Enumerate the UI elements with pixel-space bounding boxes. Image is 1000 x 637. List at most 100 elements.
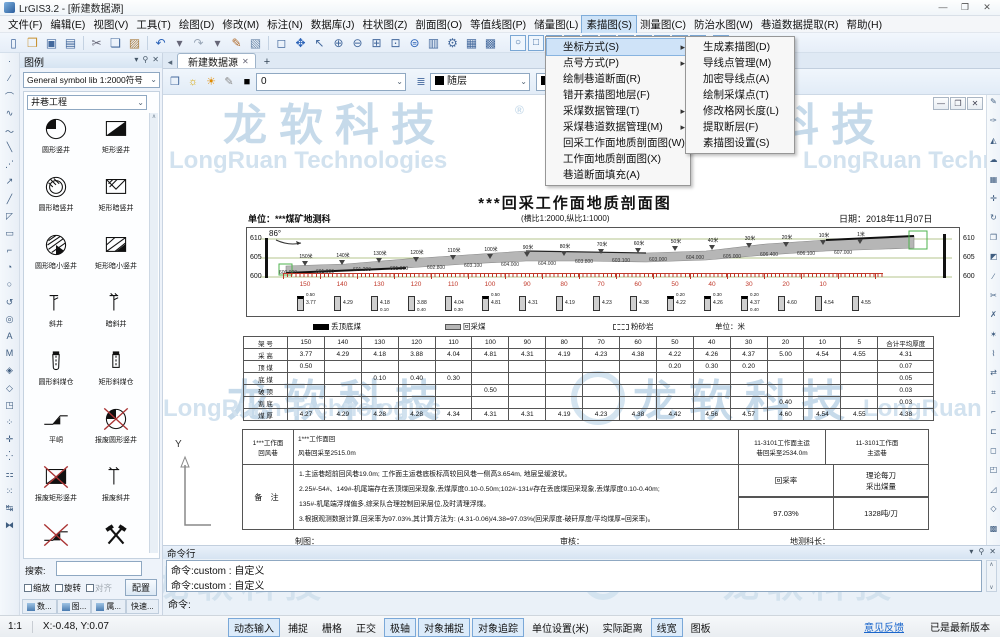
redo-caret-icon[interactable]: ▾ bbox=[208, 36, 227, 50]
menu-编辑(E)[interactable]: 编辑(E) bbox=[46, 16, 89, 33]
draw-circle-icon[interactable]: ○ bbox=[510, 35, 526, 51]
toggle-对象捕捉[interactable]: 对象捕捉 bbox=[418, 618, 470, 637]
zoom-out-icon[interactable]: ⊖ bbox=[348, 36, 367, 50]
left-tool-icon-4[interactable]: 〜 bbox=[5, 125, 14, 142]
menu-防治水图(W)[interactable]: 防治水图(W) bbox=[690, 16, 757, 33]
left-tool-icon-18[interactable]: ◈ bbox=[6, 365, 13, 382]
left-tool-icon-14[interactable]: ↺ bbox=[6, 297, 14, 314]
menu-巷道数据提取(R)[interactable]: 巷道数据提取(R) bbox=[757, 16, 843, 33]
right-tool-icon-3[interactable]: ☁ bbox=[990, 155, 998, 174]
right-tool-icon-16[interactable]: ⌐ bbox=[991, 407, 996, 426]
checkbox-label-对齐[interactable]: 对齐 bbox=[86, 582, 112, 594]
menu-文件(F)[interactable]: 文件(F) bbox=[4, 16, 46, 33]
menu-工具(T)[interactable]: 工具(T) bbox=[132, 16, 174, 33]
zoom-window-icon[interactable]: ⊞ bbox=[367, 36, 386, 50]
pan-icon[interactable]: ✥ bbox=[291, 36, 310, 50]
format-painter-icon[interactable]: ▧ bbox=[246, 36, 265, 50]
config-button[interactable]: 配置 bbox=[125, 579, 157, 596]
right-tool-icon-21[interactable]: ◇ bbox=[990, 504, 996, 523]
layer-select[interactable]: 0 bbox=[256, 73, 406, 91]
menu-等值线图(P)[interactable]: 等值线图(P) bbox=[466, 16, 530, 33]
panel-tab-图...[interactable]: 图... bbox=[57, 599, 92, 614]
print-icon[interactable]: ▤ bbox=[61, 36, 80, 50]
right-tool-icon-0[interactable]: ✎ bbox=[990, 97, 997, 116]
toggle-线宽[interactable]: 线宽 bbox=[651, 618, 683, 637]
left-tool-icon-9[interactable]: ◸ bbox=[6, 211, 13, 228]
menu-item-生成素描图(D)[interactable]: 生成素描图(D) bbox=[687, 39, 793, 55]
redo-icon[interactable]: ↷ bbox=[189, 36, 208, 50]
command-prompt[interactable]: 命令: bbox=[168, 596, 191, 611]
panel-tab-属...[interactable]: 属... bbox=[91, 599, 126, 614]
menu-item-点号方式(P)[interactable]: 点号方式(P) bbox=[547, 55, 689, 71]
symbol-hammers[interactable] bbox=[86, 519, 146, 553]
mdi-restore-button[interactable]: ❐ bbox=[950, 97, 966, 110]
menu-测量图(C)[interactable]: 测量图(C) bbox=[636, 16, 690, 33]
menu-item-工作面地质剖面图(X)[interactable]: 工作面地质剖面图(X) bbox=[547, 151, 689, 167]
right-tool-icon-18[interactable]: ◻ bbox=[990, 446, 997, 465]
mdi-minimize-button[interactable]: — bbox=[933, 97, 949, 110]
right-tool-icon-9[interactable]: ∕ bbox=[993, 272, 994, 291]
left-tool-icon-3[interactable]: ∿ bbox=[6, 108, 14, 125]
toggle-栅格[interactable]: 栅格 bbox=[316, 618, 348, 637]
menu-帮助(H)[interactable]: 帮助(H) bbox=[843, 16, 887, 33]
symbol-圆形暗竖井[interactable]: 圆形暗竖井 bbox=[26, 171, 86, 229]
left-tool-icon-20[interactable]: ◳ bbox=[5, 400, 14, 417]
lock-edit-icon[interactable]: ✎ bbox=[220, 75, 238, 88]
menu-数据库(J)[interactable]: 数据库(J) bbox=[307, 16, 359, 33]
symbol-scrap-adit[interactable] bbox=[26, 519, 86, 553]
left-tool-icon-19[interactable]: ◇ bbox=[6, 383, 13, 400]
symbol-报废矩形竖井[interactable]: 报废矩形竖井 bbox=[26, 461, 86, 519]
zoom-in-icon[interactable]: ⊕ bbox=[329, 36, 348, 50]
symbol-圆形竖井[interactable]: 圆形竖井 bbox=[26, 113, 86, 171]
toggle-正交[interactable]: 正交 bbox=[350, 618, 382, 637]
menu-item-采煤巷道数据管理(M)[interactable]: 采煤巷道数据管理(M) bbox=[547, 119, 689, 135]
symbol-library-select[interactable]: General symbol lib 1:2000符号 bbox=[23, 72, 160, 88]
menu-item-巷道断面填充(A)[interactable]: 巷道断面填充(A) bbox=[547, 167, 689, 183]
select-window-icon[interactable]: ◻ bbox=[272, 36, 291, 50]
search-input[interactable] bbox=[56, 561, 142, 576]
left-tool-icon-13[interactable]: ○ bbox=[7, 279, 12, 296]
pointer-icon[interactable]: ↖ bbox=[310, 36, 329, 50]
left-tool-icon-12[interactable]: ◔ bbox=[7, 262, 12, 279]
left-tool-icon-17[interactable]: M bbox=[6, 348, 14, 365]
menu-item-导线点管理(M)[interactable]: 导线点管理(M) bbox=[687, 55, 793, 71]
undo-caret-icon[interactable]: ▾ bbox=[170, 36, 189, 50]
paste-icon[interactable]: ▨ bbox=[125, 36, 144, 50]
toggle-极轴[interactable]: 极轴 bbox=[384, 618, 416, 637]
menu-item-加密导线点(A)[interactable]: 加密导线点(A) bbox=[687, 71, 793, 87]
menu-标注(N)[interactable]: 标注(N) bbox=[263, 16, 307, 33]
layer-list-icon[interactable]: ≣ bbox=[412, 75, 430, 88]
symbol-平峒[interactable]: 平峒 bbox=[26, 403, 86, 461]
right-tool-icon-19[interactable]: ◰ bbox=[990, 465, 998, 484]
right-tool-icon-12[interactable]: ✶ bbox=[990, 330, 997, 349]
right-tool-icon-10[interactable]: ✂ bbox=[990, 291, 997, 310]
command-close-icon[interactable]: ✕ bbox=[989, 547, 996, 556]
save-icon[interactable]: ▣ bbox=[42, 36, 61, 50]
grid-view-icon[interactable]: ▩ bbox=[481, 36, 500, 50]
menu-item-错开素描图地层(F)[interactable]: 错开素描图地层(F) bbox=[547, 87, 689, 103]
menu-剖面图(O)[interactable]: 剖面图(O) bbox=[411, 16, 466, 33]
panel-tab-快速...[interactable]: 快速... bbox=[126, 599, 159, 614]
cut-icon[interactable]: ✂ bbox=[87, 36, 106, 50]
minimize-button[interactable]: — bbox=[932, 1, 954, 14]
left-tool-icon-15[interactable]: ◎ bbox=[6, 314, 14, 331]
new-file-icon[interactable]: ▯ bbox=[4, 36, 23, 50]
left-tool-icon-21[interactable]: ⁘ bbox=[6, 417, 14, 434]
legend-dropdown-icon[interactable]: ▾ bbox=[134, 55, 138, 64]
command-dropdown-icon[interactable]: ▾ bbox=[969, 547, 973, 556]
legend-pin-icon[interactable]: ⚲ bbox=[142, 55, 148, 64]
linetype-select[interactable]: 随层 bbox=[430, 73, 530, 91]
left-tool-icon-10[interactable]: ▭ bbox=[5, 228, 14, 245]
toggle-捕捉[interactable]: 捕捉 bbox=[282, 618, 314, 637]
brush-icon[interactable]: ✎ bbox=[227, 36, 246, 50]
menu-修改(M)[interactable]: 修改(M) bbox=[218, 16, 263, 33]
symbol-报废圆形竖井[interactable]: 报废圆形竖井 bbox=[86, 403, 146, 461]
menu-item-绘制采煤点(T)[interactable]: 绘制采煤点(T) bbox=[687, 87, 793, 103]
toggle-对象追踪[interactable]: 对象追踪 bbox=[472, 618, 524, 637]
right-tool-icon-1[interactable]: ✑ bbox=[990, 116, 997, 135]
checkbox-对齐[interactable] bbox=[86, 584, 94, 592]
left-tool-icon-6[interactable]: ⋰ bbox=[5, 159, 14, 176]
menu-视图(V)[interactable]: 视图(V) bbox=[89, 16, 132, 33]
add-tab-button[interactable]: + bbox=[264, 56, 270, 68]
left-tool-icon-27[interactable]: ⧓ bbox=[5, 520, 14, 537]
